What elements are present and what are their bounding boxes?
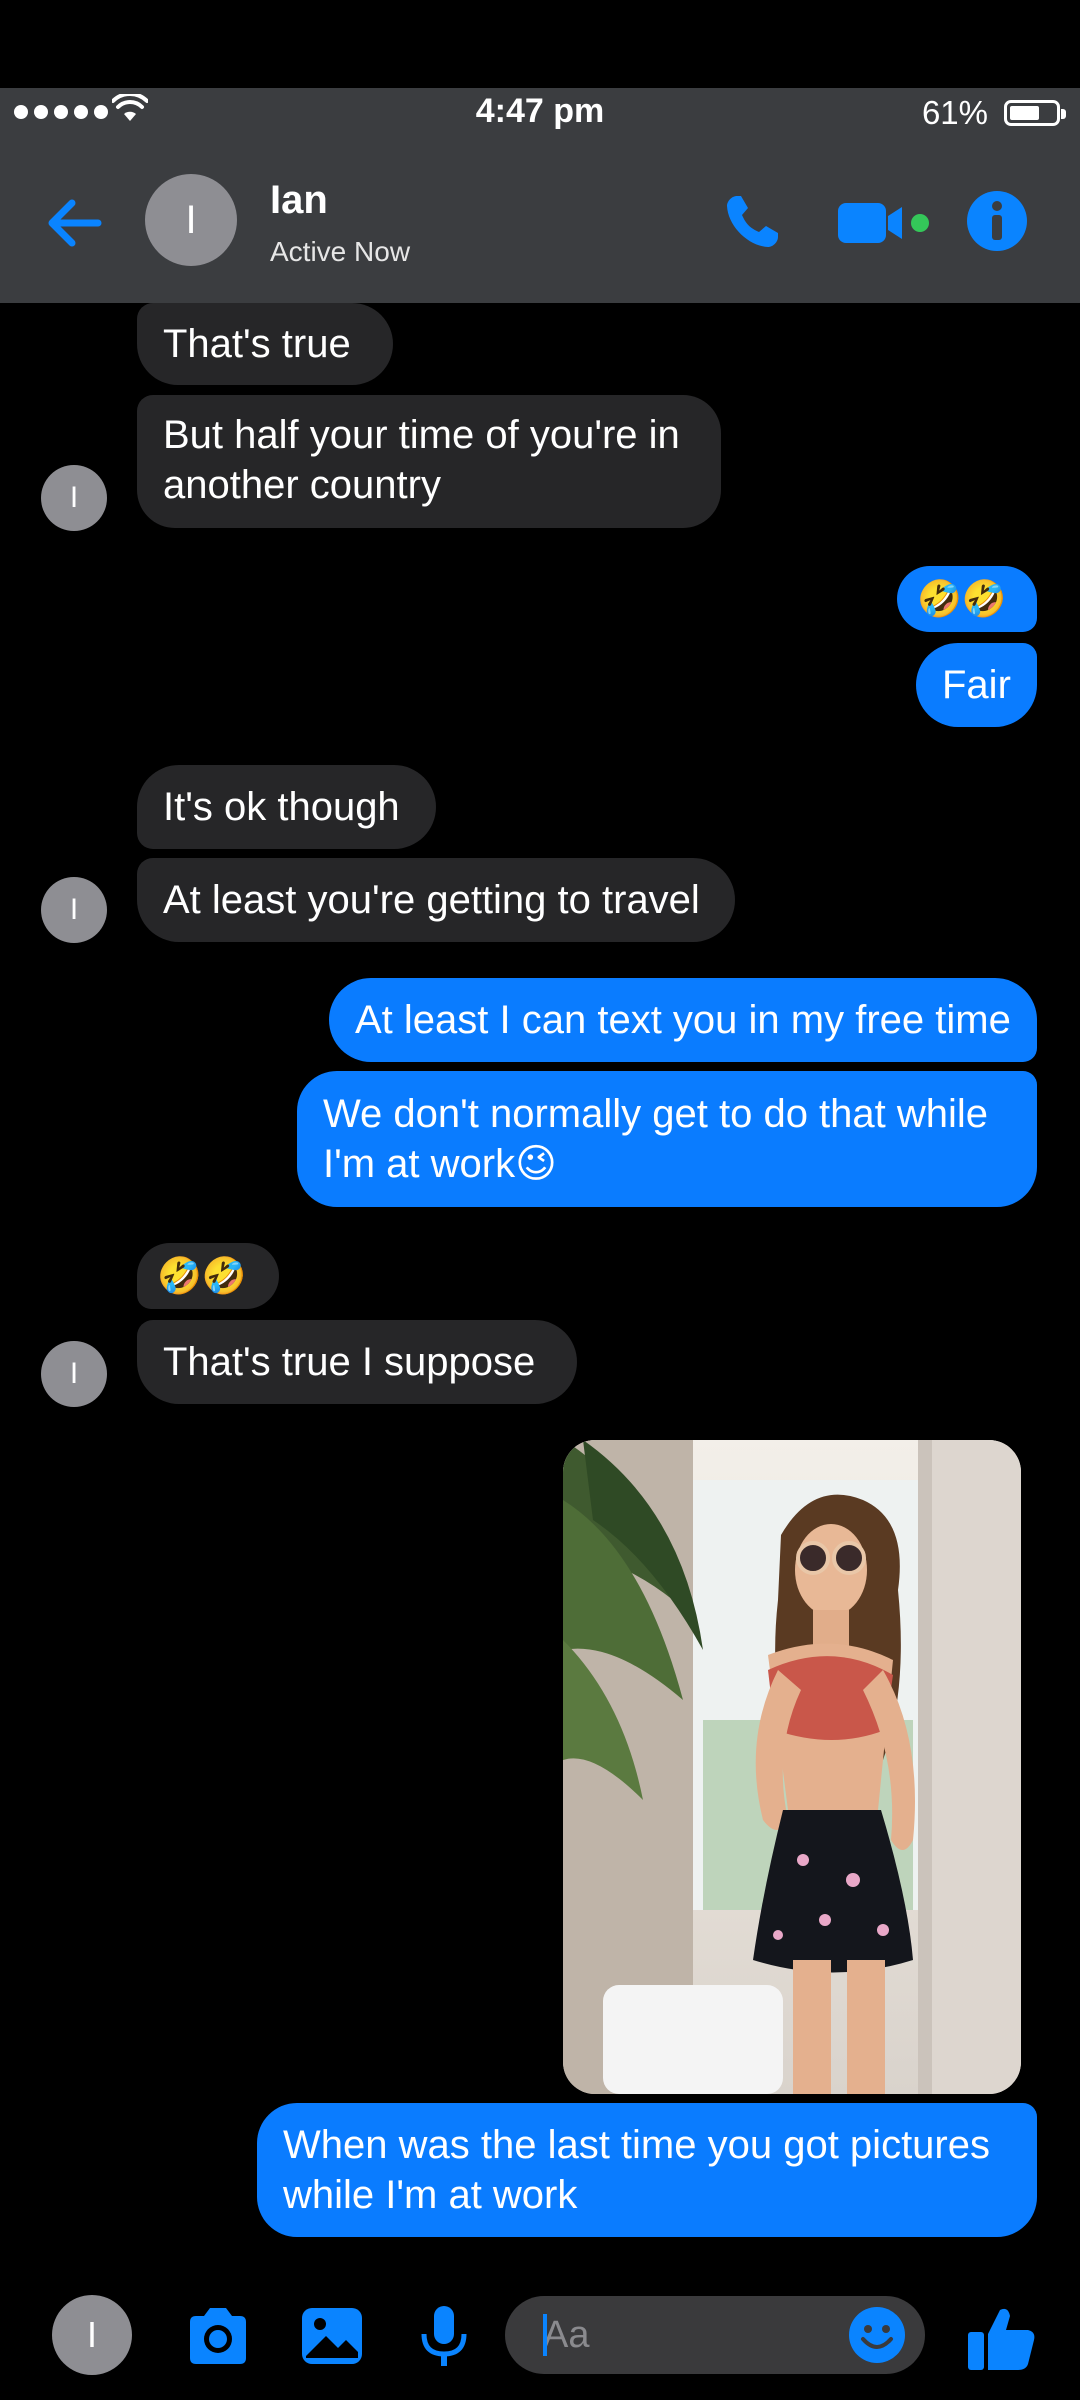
message-bubble-incoming[interactable]: 🤣🤣 xyxy=(137,1243,279,1309)
contact-avatar-small[interactable]: I xyxy=(41,465,107,531)
status-bar: 4:47 pm 61% xyxy=(0,88,1080,138)
message-bubble-incoming[interactable]: That's true I suppose xyxy=(137,1320,577,1404)
message-bubble-outgoing[interactable]: Fair xyxy=(916,643,1037,727)
message-bubble-outgoing[interactable]: We don't normally get to do that while I… xyxy=(297,1071,1037,1207)
conversation-header: I Ian Active Now xyxy=(0,138,1080,303)
video-camera-icon[interactable] xyxy=(836,198,932,248)
message-bubble-outgoing[interactable]: When was the last time you got pictures … xyxy=(257,2103,1037,2237)
image-icon[interactable] xyxy=(296,2300,368,2372)
battery-percentage: 61% xyxy=(921,94,988,131)
back-arrow-icon[interactable] xyxy=(40,188,110,258)
contact-status: Active Now xyxy=(270,236,411,267)
message-bubble-incoming[interactable]: It's ok though xyxy=(137,765,436,849)
status-time: 4:47 pm xyxy=(475,92,605,130)
message-composer xyxy=(505,2296,925,2374)
contact-avatar-small[interactable]: I xyxy=(41,877,107,943)
my-avatar[interactable]: I xyxy=(52,2295,132,2375)
camera-icon[interactable] xyxy=(182,2300,254,2372)
sent-photo[interactable] xyxy=(563,1440,1021,2094)
phone-icon[interactable] xyxy=(722,192,782,252)
battery-tip xyxy=(1061,109,1066,119)
battery-icon xyxy=(1004,100,1060,126)
microphone-icon[interactable] xyxy=(408,2300,480,2372)
contact-avatar[interactable]: I xyxy=(145,174,237,266)
text-caret xyxy=(543,2314,547,2356)
photo-illustration xyxy=(563,1440,1021,2094)
message-bubble-incoming[interactable]: That's true xyxy=(137,303,393,385)
smiley-icon[interactable] xyxy=(847,2305,907,2365)
contact-name[interactable]: Ian xyxy=(270,178,328,223)
thumbs-up-icon[interactable] xyxy=(964,2300,1040,2376)
message-input[interactable] xyxy=(543,2296,843,2374)
info-icon[interactable] xyxy=(966,190,1028,252)
message-bubble-incoming[interactable]: At least you're getting to travel xyxy=(137,858,735,942)
message-bubble-outgoing[interactable]: At least I can text you in my free time xyxy=(329,978,1037,1062)
message-bubble-incoming[interactable]: But half your time of you're in another … xyxy=(137,395,721,528)
contact-avatar-small[interactable]: I xyxy=(41,1341,107,1407)
message-bubble-outgoing[interactable]: 🤣🤣 xyxy=(897,566,1037,632)
